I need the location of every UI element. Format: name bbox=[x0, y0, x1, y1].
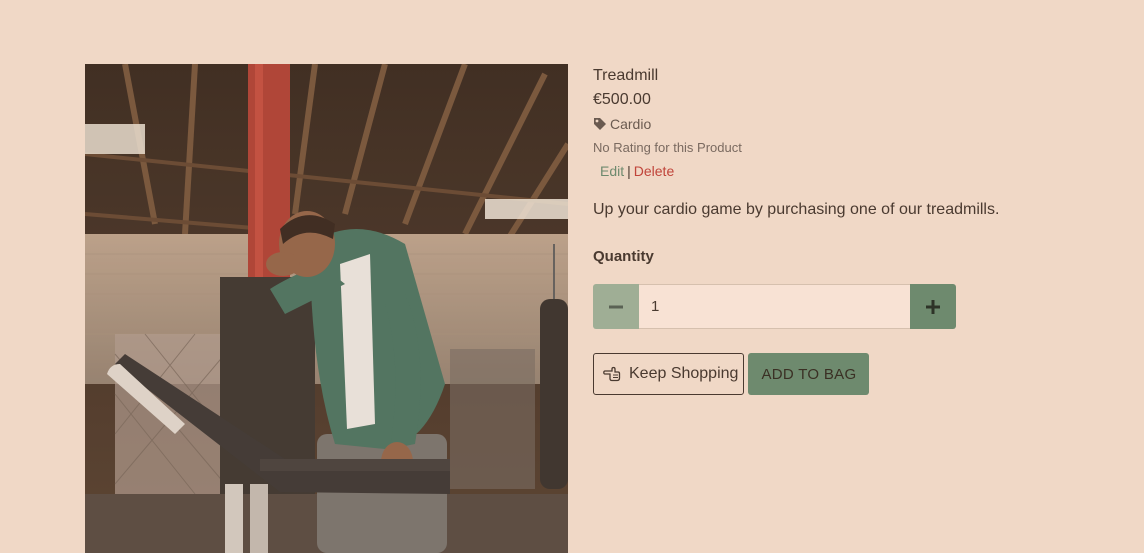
delete-link[interactable]: Delete bbox=[634, 163, 674, 179]
category-label: Cardio bbox=[610, 116, 652, 132]
product-image bbox=[85, 64, 568, 553]
quantity-label: Quantity bbox=[593, 248, 654, 265]
product-photo bbox=[85, 64, 568, 553]
add-to-bag-button[interactable]: ADD TO BAG bbox=[748, 353, 870, 395]
product-rating: No Rating for this Product bbox=[593, 140, 742, 155]
product-description: Up your cardio game by purchasing one of… bbox=[593, 201, 1000, 218]
minus-icon bbox=[609, 305, 623, 308]
keep-shopping-label: Keep Shopping bbox=[629, 365, 739, 382]
quantity-stepper bbox=[593, 284, 956, 329]
product-title: Treadmill bbox=[593, 67, 659, 84]
product-details: Treadmill €500.00 Cardio No Rating for t… bbox=[593, 66, 1113, 395]
edit-link[interactable]: Edit bbox=[600, 163, 624, 179]
hand-pointing-left-icon bbox=[603, 365, 621, 383]
admin-separator: | bbox=[627, 163, 631, 179]
quantity-input[interactable] bbox=[639, 284, 910, 329]
keep-shopping-button[interactable]: Keep Shopping bbox=[593, 353, 745, 395]
increment-button[interactable] bbox=[910, 284, 956, 329]
admin-links: Edit | Delete bbox=[593, 162, 1113, 180]
decrement-button[interactable] bbox=[593, 284, 639, 329]
product-price: €500.00 bbox=[593, 91, 651, 108]
plus-icon bbox=[926, 299, 940, 314]
tag-icon bbox=[593, 117, 607, 131]
product-actions: Keep Shopping ADD TO BAG bbox=[593, 353, 1113, 395]
product-category[interactable]: Cardio bbox=[593, 115, 1113, 133]
